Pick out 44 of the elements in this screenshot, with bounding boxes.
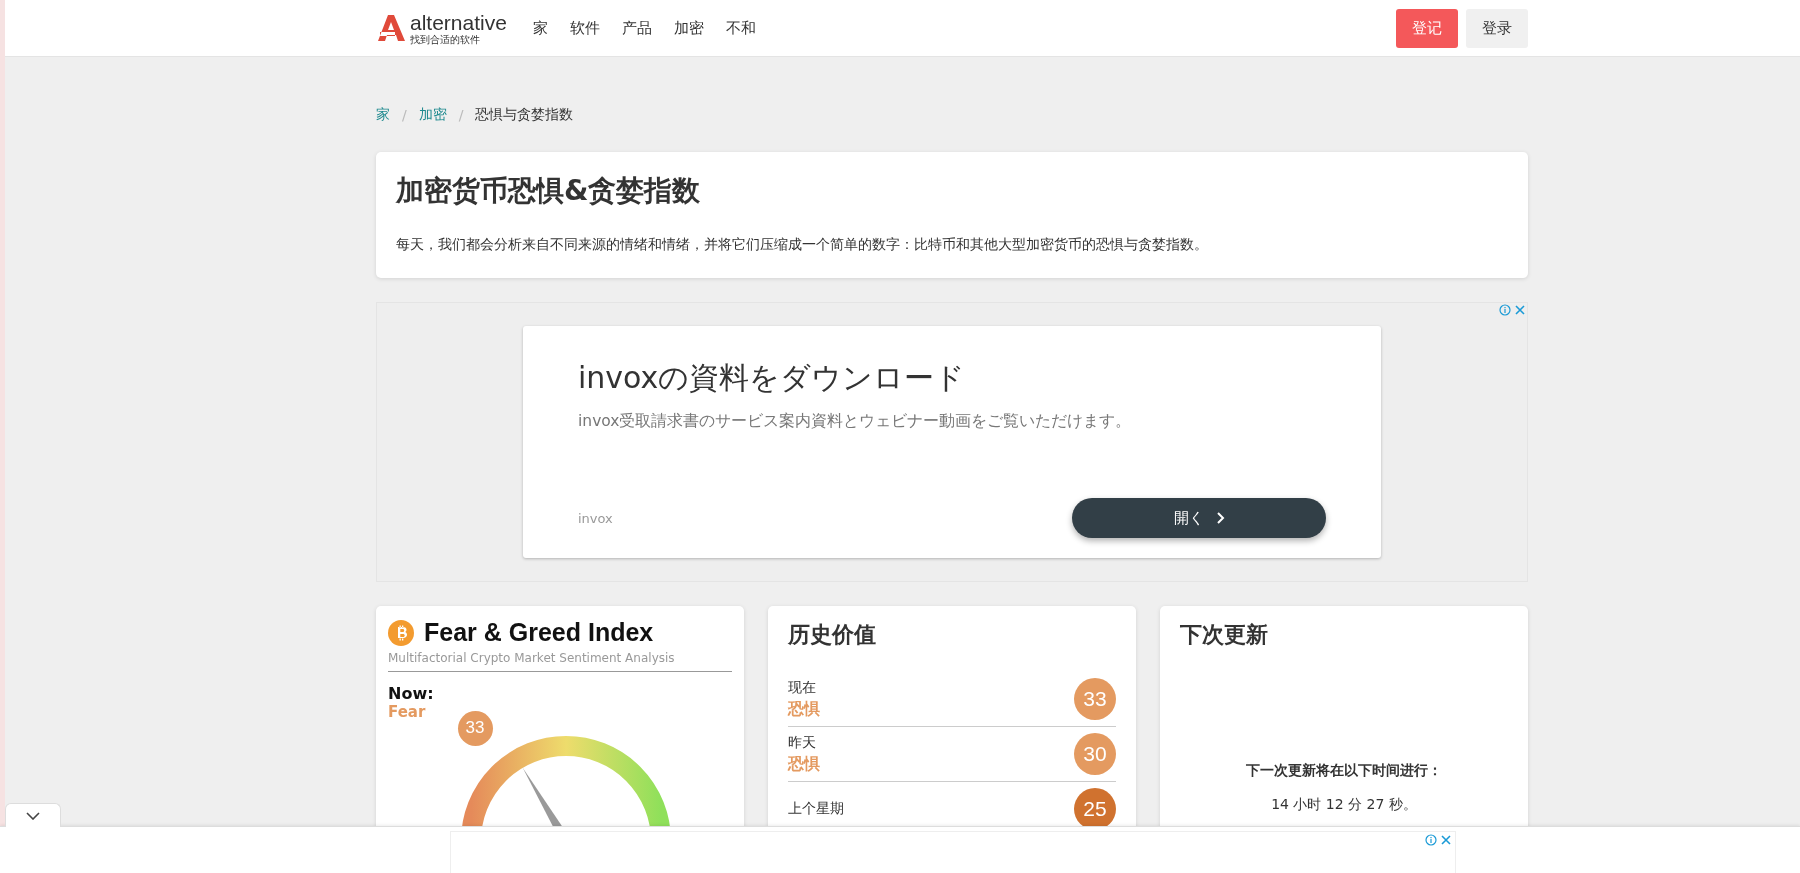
intro-text: 每天，我们都会分析来自不同来源的情绪和情绪，并将它们压缩成一个简单的数字：比特币和其他大型加密货币的恐惧与贪婪指数。 — [396, 236, 1209, 254]
breadcrumb-separator: / — [458, 107, 464, 123]
history-status: 恐惧 — [788, 698, 820, 720]
card-title: 历史价值 — [788, 621, 877, 649]
breadcrumb-current: 恐惧与贪婪指数 — [475, 106, 574, 124]
login-button[interactable]: 登录 — [1466, 8, 1528, 48]
value-badge: 33 — [457, 710, 493, 746]
close-icon — [1441, 835, 1451, 845]
index-title: Fear & Greed Index — [424, 618, 654, 647]
open-button[interactable]: 開く — [1072, 498, 1326, 538]
value-badge: 33 — [1074, 678, 1116, 720]
bitcoin-icon — [388, 619, 414, 646]
ad-description: invox受取請求書のサービス案内資料とウェビナー動画をご覧いただけます。 — [578, 411, 1133, 432]
logo-name[interactable]: alternative — [410, 11, 507, 33]
history-label: 昨天 — [788, 733, 817, 752]
history-status: 恐惧 — [788, 753, 820, 775]
chevron-right-icon — [1215, 512, 1225, 524]
logo-icon — [376, 13, 406, 43]
index-subtitle: Multifactorial Crypto Market Sentiment Analysis — [388, 647, 732, 672]
page-title: 加密货币恐惧&贪婪指数 — [396, 173, 702, 209]
nav-link[interactable]: 产品 — [621, 18, 652, 38]
ad-headline[interactable]: invoxの資料をダウンロード — [578, 358, 1326, 399]
info-icon — [1499, 304, 1511, 316]
nav-link[interactable]: 家 — [532, 18, 548, 38]
update-label: 下一次更新将在以下时间进行： — [1245, 762, 1443, 780]
nav-link[interactable]: 软件 — [569, 18, 600, 38]
history-label: 上个星期 — [788, 800, 844, 818]
value-badge: 30 — [1074, 733, 1116, 775]
info-icon — [1425, 834, 1437, 846]
now-label: Now: — [388, 684, 435, 703]
chevron-down-icon — [26, 811, 40, 820]
countdown-text: 14 小时 12 分 27 秒。 — [1270, 796, 1418, 814]
close-icon — [1515, 305, 1525, 315]
history-label: 现在 — [788, 678, 817, 697]
nav-link[interactable]: 不和 — [725, 18, 756, 38]
logo-tagline: 找到合适的软件 — [410, 34, 481, 45]
advertiser-name: invox — [578, 510, 613, 526]
card-title: 下次更新 — [1180, 621, 1269, 649]
breadcrumb-link[interactable]: 加密 — [418, 106, 447, 124]
collapse-button[interactable] — [5, 803, 61, 827]
breadcrumb-link[interactable]: 家 — [376, 106, 390, 124]
now-status: Fear — [388, 703, 427, 721]
nav-link[interactable]: 加密 — [673, 18, 704, 38]
breadcrumb-separator: / — [402, 107, 407, 123]
